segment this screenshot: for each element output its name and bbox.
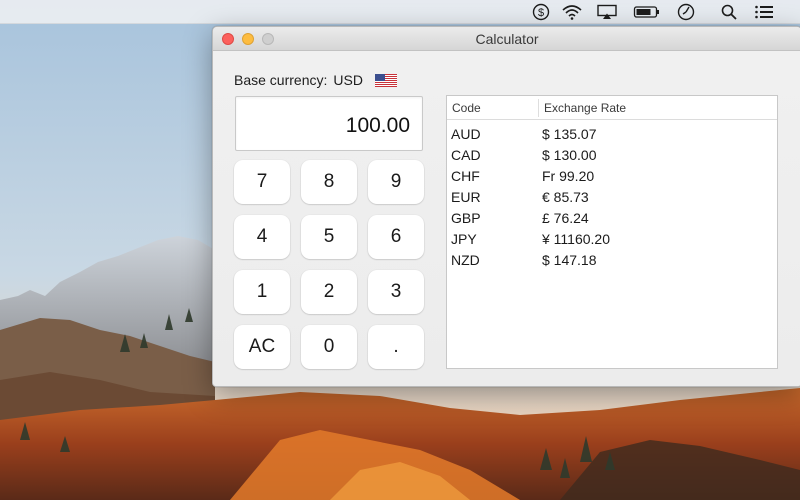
key-8[interactable]: 8 xyxy=(301,160,357,204)
exchange-rate-table[interactable]: Code Exchange Rate AUD $ 135.07 CAD $ 13… xyxy=(446,95,778,369)
us-flag-icon xyxy=(374,73,397,87)
table-row[interactable]: GBP £ 76.24 xyxy=(447,207,777,228)
table-row[interactable]: NZD $ 147.18 xyxy=(447,249,777,270)
base-currency-label: Base currency: xyxy=(234,72,328,88)
cell-code: EUR xyxy=(451,189,481,205)
cell-code: NZD xyxy=(451,252,480,268)
menu-bar: $ xyxy=(0,0,800,24)
calculator-window: Calculator Base currency: USD 100.00 7 8… xyxy=(212,26,800,387)
table-row[interactable]: EUR € 85.73 xyxy=(447,186,777,207)
cell-code: JPY xyxy=(451,231,477,247)
wifi-icon[interactable] xyxy=(561,3,583,21)
key-6[interactable]: 6 xyxy=(368,215,424,259)
table-row[interactable]: AUD $ 135.07 xyxy=(447,123,777,144)
cell-code: CAD xyxy=(451,147,481,163)
key-4[interactable]: 4 xyxy=(234,215,290,259)
key-2[interactable]: 2 xyxy=(301,270,357,314)
table-row[interactable]: CHF Fr 99.20 xyxy=(447,165,777,186)
cell-rate: € 85.73 xyxy=(542,189,589,205)
cell-rate: $ 147.18 xyxy=(542,252,597,268)
window-content: Base currency: USD 100.00 7 8 9 4 5 6 1 xyxy=(213,51,800,386)
table-row[interactable]: CAD $ 130.00 xyxy=(447,144,777,165)
cell-rate: £ 76.24 xyxy=(542,210,589,226)
cell-rate: $ 130.00 xyxy=(542,147,597,163)
column-header-code[interactable]: Code xyxy=(452,101,481,115)
key-3[interactable]: 3 xyxy=(368,270,424,314)
column-divider[interactable] xyxy=(538,99,539,117)
table-body: AUD $ 135.07 CAD $ 130.00 CHF Fr 99.20 E… xyxy=(447,120,777,270)
cell-code: AUD xyxy=(451,126,481,142)
svg-text:$: $ xyxy=(538,7,544,19)
clock-icon[interactable] xyxy=(676,3,696,21)
base-currency-code: USD xyxy=(333,72,363,88)
cell-rate: ¥ 11160.20 xyxy=(542,231,610,247)
key-7[interactable]: 7 xyxy=(234,160,290,204)
dollar-icon[interactable]: $ xyxy=(531,3,551,21)
table-row[interactable]: JPY ¥ 11160.20 xyxy=(447,228,777,249)
cell-code: GBP xyxy=(451,210,481,226)
key-9[interactable]: 9 xyxy=(368,160,424,204)
search-icon[interactable] xyxy=(719,3,739,21)
key-5[interactable]: 5 xyxy=(301,215,357,259)
battery-icon[interactable] xyxy=(633,3,661,21)
base-currency-row: Base currency: USD xyxy=(234,70,397,90)
key-0[interactable]: 0 xyxy=(301,325,357,369)
airplay-icon[interactable] xyxy=(596,3,618,21)
column-header-rate[interactable]: Exchange Rate xyxy=(544,101,626,115)
amount-display[interactable]: 100.00 xyxy=(235,96,423,151)
key-clear[interactable]: AC xyxy=(234,325,290,369)
window-title: Calculator xyxy=(475,31,539,47)
cell-rate: $ 135.07 xyxy=(542,126,597,142)
cell-rate: Fr 99.20 xyxy=(542,168,595,184)
key-decimal[interactable]: . xyxy=(368,325,424,369)
title-bar[interactable]: Calculator xyxy=(213,27,800,51)
list-icon[interactable] xyxy=(753,3,775,21)
table-header: Code Exchange Rate xyxy=(447,96,777,120)
key-1[interactable]: 1 xyxy=(234,270,290,314)
cell-code: CHF xyxy=(451,168,480,184)
